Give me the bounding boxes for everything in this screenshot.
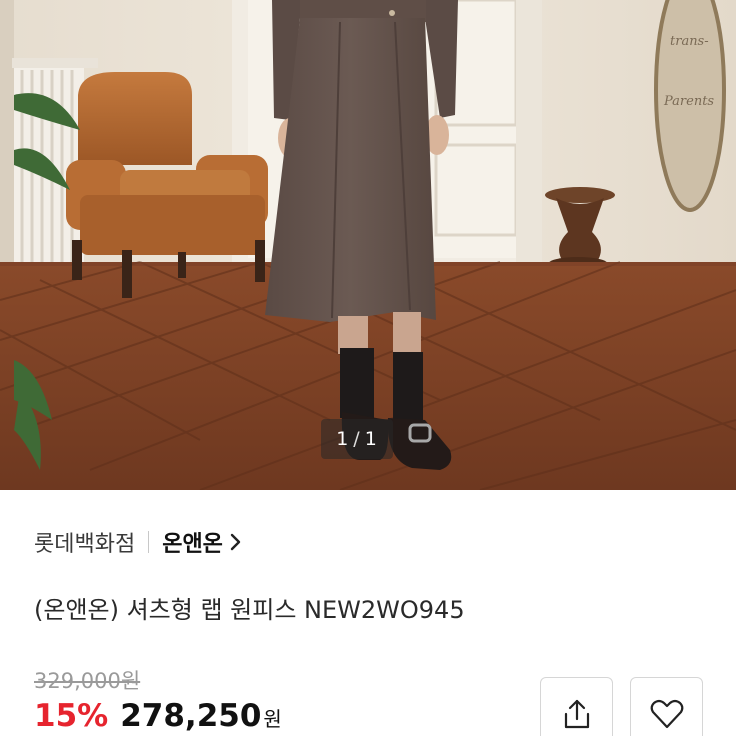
share-button[interactable] xyxy=(540,677,613,736)
brand-name: 온앤온 xyxy=(162,532,223,557)
product-detail-page: trans- Parents 1 / 1 롯데백화점 온앤온 (온앤온) 셔츠형… xyxy=(0,0,736,736)
discount-rate: 15% xyxy=(34,698,109,734)
sale-price-row: 15% 278,250 원 xyxy=(34,698,282,734)
image-counter-separator: / xyxy=(353,428,361,450)
share-icon xyxy=(564,699,589,728)
store-brand-row: 롯데백화점 온앤온 xyxy=(34,522,243,562)
chevron-right-icon xyxy=(230,533,241,551)
product-photo-illustration: trans- Parents xyxy=(0,0,736,490)
wishlist-button[interactable] xyxy=(630,677,703,736)
product-image[interactable]: trans- Parents 1 / 1 xyxy=(0,0,736,490)
store-brand-divider xyxy=(148,531,150,553)
image-counter-total: 1 xyxy=(364,428,378,450)
svg-text:Parents: Parents xyxy=(663,94,714,109)
image-counter: 1 / 1 xyxy=(321,419,393,459)
original-price: 329,000원 xyxy=(34,669,141,693)
heart-icon xyxy=(650,699,683,728)
brand-link[interactable]: 온앤온 xyxy=(162,526,243,558)
currency-unit: 원 xyxy=(263,707,282,731)
svg-text:trans-: trans- xyxy=(670,34,709,49)
product-title: (온앤온) 셔츠형 랩 원피스 NEW2WO945 xyxy=(34,596,465,624)
store-name: 롯데백화점 xyxy=(34,532,136,557)
image-counter-current: 1 xyxy=(336,428,350,450)
sale-price: 278,250 xyxy=(120,698,262,734)
